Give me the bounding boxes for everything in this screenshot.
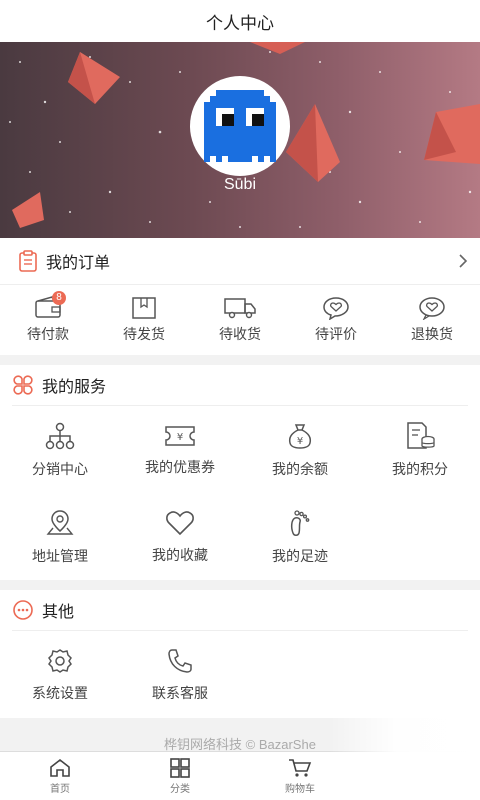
- comment-heart-icon: [323, 297, 349, 320]
- orders-title: 我的订单: [46, 255, 111, 272]
- username: Sūbi: [223, 176, 257, 193]
- points-icon: [407, 421, 435, 449]
- svg-text:¥: ¥: [177, 432, 183, 443]
- order-item-label: 待发货: [123, 326, 165, 342]
- service-distribution-center[interactable]: 分销中心: [0, 406, 120, 493]
- package-icon: [132, 297, 156, 319]
- page-title: 个人中心: [206, 13, 274, 33]
- other-label: 联系客服: [152, 684, 208, 701]
- service-label: 我的足迹: [272, 547, 328, 564]
- network-icon: [45, 422, 75, 449]
- order-pending-review[interactable]: 待评价: [288, 285, 384, 355]
- gear-icon: [48, 648, 72, 673]
- service-favorites[interactable]: 我的收藏: [120, 493, 240, 580]
- order-item-label: 待付款: [27, 326, 69, 342]
- service-label: 我的优惠券: [145, 458, 215, 475]
- others-section: 其他 系统设置 联系客服: [0, 590, 480, 718]
- clipboard-icon: [19, 250, 37, 272]
- tab-label: 购物车: [285, 783, 315, 795]
- tab-label: 分类: [170, 783, 190, 795]
- overlay-fade: [330, 710, 480, 800]
- service-balance[interactable]: ¥ 我的余额: [240, 406, 360, 493]
- return-heart-icon: [419, 297, 445, 320]
- tab-category[interactable]: 分类: [120, 752, 240, 800]
- order-item-label: 待收货: [219, 326, 261, 342]
- chevron-right-icon: [459, 254, 468, 268]
- phone-icon: [168, 648, 192, 673]
- service-label: 我的余额: [272, 460, 328, 477]
- service-footprints[interactable]: 我的足迹: [240, 493, 360, 580]
- profile-banner: Sūbi: [0, 42, 480, 238]
- clover-icon: [13, 375, 33, 395]
- order-status-row: 8 待付款 待发货 待收货 待评价 退换货: [0, 285, 480, 355]
- title-bar: 个人中心: [0, 0, 480, 42]
- others-grid: 系统设置 联系客服: [0, 631, 480, 718]
- section-gap: [0, 355, 480, 365]
- pacman-ghost-icon: [204, 90, 276, 162]
- coupon-icon: ¥: [165, 425, 195, 446]
- bottom-tab-bar: 首页 分类 购物车: [0, 710, 480, 800]
- service-label: 分销中心: [32, 460, 88, 477]
- other-settings[interactable]: 系统设置: [0, 631, 120, 718]
- order-count-badge: 8: [52, 291, 66, 305]
- order-item-label: 待评价: [315, 326, 357, 342]
- order-pending-shipment[interactable]: 待发货: [96, 285, 192, 355]
- order-item-label: 退换货: [411, 326, 453, 342]
- orders-header[interactable]: 我的订单: [0, 238, 480, 285]
- truck-icon: [224, 298, 256, 319]
- cart-icon: [289, 758, 312, 777]
- service-label: 我的收藏: [152, 546, 208, 563]
- grid-icon: [170, 757, 190, 778]
- order-pending-payment[interactable]: 8 待付款: [0, 285, 96, 355]
- other-customer-service[interactable]: 联系客服: [120, 631, 240, 718]
- service-label: 地址管理: [32, 547, 88, 564]
- heart-icon: [166, 510, 194, 535]
- section-gap: [0, 580, 480, 590]
- service-coupons[interactable]: ¥ 我的优惠券: [120, 406, 240, 493]
- others-header: 其他: [0, 590, 480, 630]
- service-points[interactable]: 我的积分: [360, 406, 480, 493]
- others-title: 其他: [42, 604, 75, 621]
- more-icon: [13, 600, 33, 620]
- services-section: 我的服务 分销中心 ¥ 我的优惠券 ¥ 我的余额 我的积分 地址管理 我的收藏 …: [0, 365, 480, 580]
- tab-label: 首页: [50, 783, 70, 795]
- services-title: 我的服务: [42, 379, 107, 396]
- tab-home[interactable]: 首页: [0, 752, 120, 800]
- avatar[interactable]: [190, 76, 290, 176]
- orders-section: 我的订单 8 待付款 待发货 待收货 待评价 退换货: [0, 238, 480, 355]
- svg-text:¥: ¥: [297, 436, 303, 447]
- order-pending-receipt[interactable]: 待收货: [192, 285, 288, 355]
- service-address[interactable]: 地址管理: [0, 493, 120, 580]
- order-returns[interactable]: 退换货: [384, 285, 480, 355]
- services-header: 我的服务: [0, 365, 480, 405]
- footprint-icon: [290, 509, 310, 536]
- location-icon: [46, 509, 74, 535]
- services-grid: 分销中心 ¥ 我的优惠券 ¥ 我的余额 我的积分 地址管理 我的收藏 我的足迹: [0, 406, 480, 580]
- home-icon: [50, 758, 70, 777]
- money-bag-icon: ¥: [288, 423, 312, 449]
- other-label: 系统设置: [32, 684, 88, 701]
- service-label: 我的积分: [392, 460, 448, 477]
